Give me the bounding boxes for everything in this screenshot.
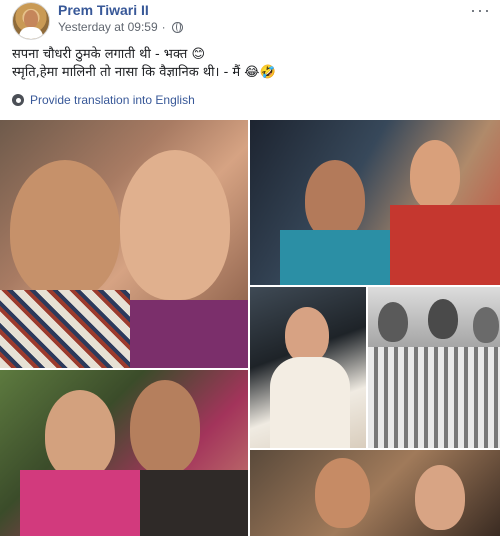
post-timestamp[interactable]: Yesterday at 09:59 bbox=[58, 20, 158, 34]
photo-clothing bbox=[140, 470, 248, 536]
photo-figure bbox=[415, 465, 465, 530]
photo-figure bbox=[10, 160, 120, 300]
photo-1[interactable] bbox=[0, 120, 248, 368]
dot-separator: · bbox=[161, 20, 166, 34]
photo-clothing bbox=[130, 300, 248, 368]
photo-figure bbox=[130, 380, 200, 475]
photo-figure bbox=[410, 140, 460, 210]
photo-3[interactable] bbox=[250, 287, 366, 448]
photo-grid bbox=[0, 120, 500, 536]
post-text: सपना चौधरी ठुमके लगाती थी - भक्त 😊 स्मृत… bbox=[12, 46, 482, 82]
avatar-shirt bbox=[19, 27, 43, 39]
photo-clothing bbox=[270, 357, 350, 448]
photo-5[interactable] bbox=[0, 370, 248, 536]
translate-link[interactable]: Provide translation into English bbox=[12, 93, 195, 107]
photo-figure bbox=[428, 299, 458, 339]
photo-6[interactable] bbox=[250, 450, 500, 536]
photo-figure bbox=[305, 160, 365, 240]
photo-4[interactable] bbox=[368, 287, 500, 448]
photo-figure bbox=[120, 150, 230, 300]
post-meta: Yesterday at 09:59 · bbox=[58, 20, 183, 34]
translate-label[interactable]: Provide translation into English bbox=[30, 93, 195, 107]
photo-figure bbox=[378, 302, 408, 342]
photo-clothing bbox=[280, 230, 400, 285]
photo-figure bbox=[45, 390, 115, 480]
photo-clothing bbox=[390, 205, 500, 285]
post-text-line-1: सपना चौधरी ठुमके लगाती थी - भक्त 😊 bbox=[12, 47, 206, 62]
post-header: Prem Tiwari II Yesterday at 09:59 · ··· bbox=[0, 0, 500, 40]
globe-icon[interactable] bbox=[171, 21, 183, 33]
photo-clothing bbox=[20, 470, 140, 536]
avatar-face bbox=[24, 10, 38, 28]
avatar[interactable] bbox=[12, 2, 50, 40]
photo-figure bbox=[315, 458, 370, 528]
gear-icon bbox=[12, 94, 24, 106]
author-name[interactable]: Prem Tiwari II bbox=[58, 2, 149, 18]
photo-clothing bbox=[0, 290, 130, 368]
post-text-line-2: स्मृति,हेमा मालिनी तो नासा कि वैज्ञानिक … bbox=[12, 65, 276, 80]
photo-2[interactable] bbox=[250, 120, 500, 285]
photo-clothing bbox=[368, 347, 500, 448]
more-options-button[interactable]: ··· bbox=[470, 0, 491, 21]
photo-figure bbox=[285, 307, 329, 363]
photo-figure bbox=[473, 307, 499, 343]
